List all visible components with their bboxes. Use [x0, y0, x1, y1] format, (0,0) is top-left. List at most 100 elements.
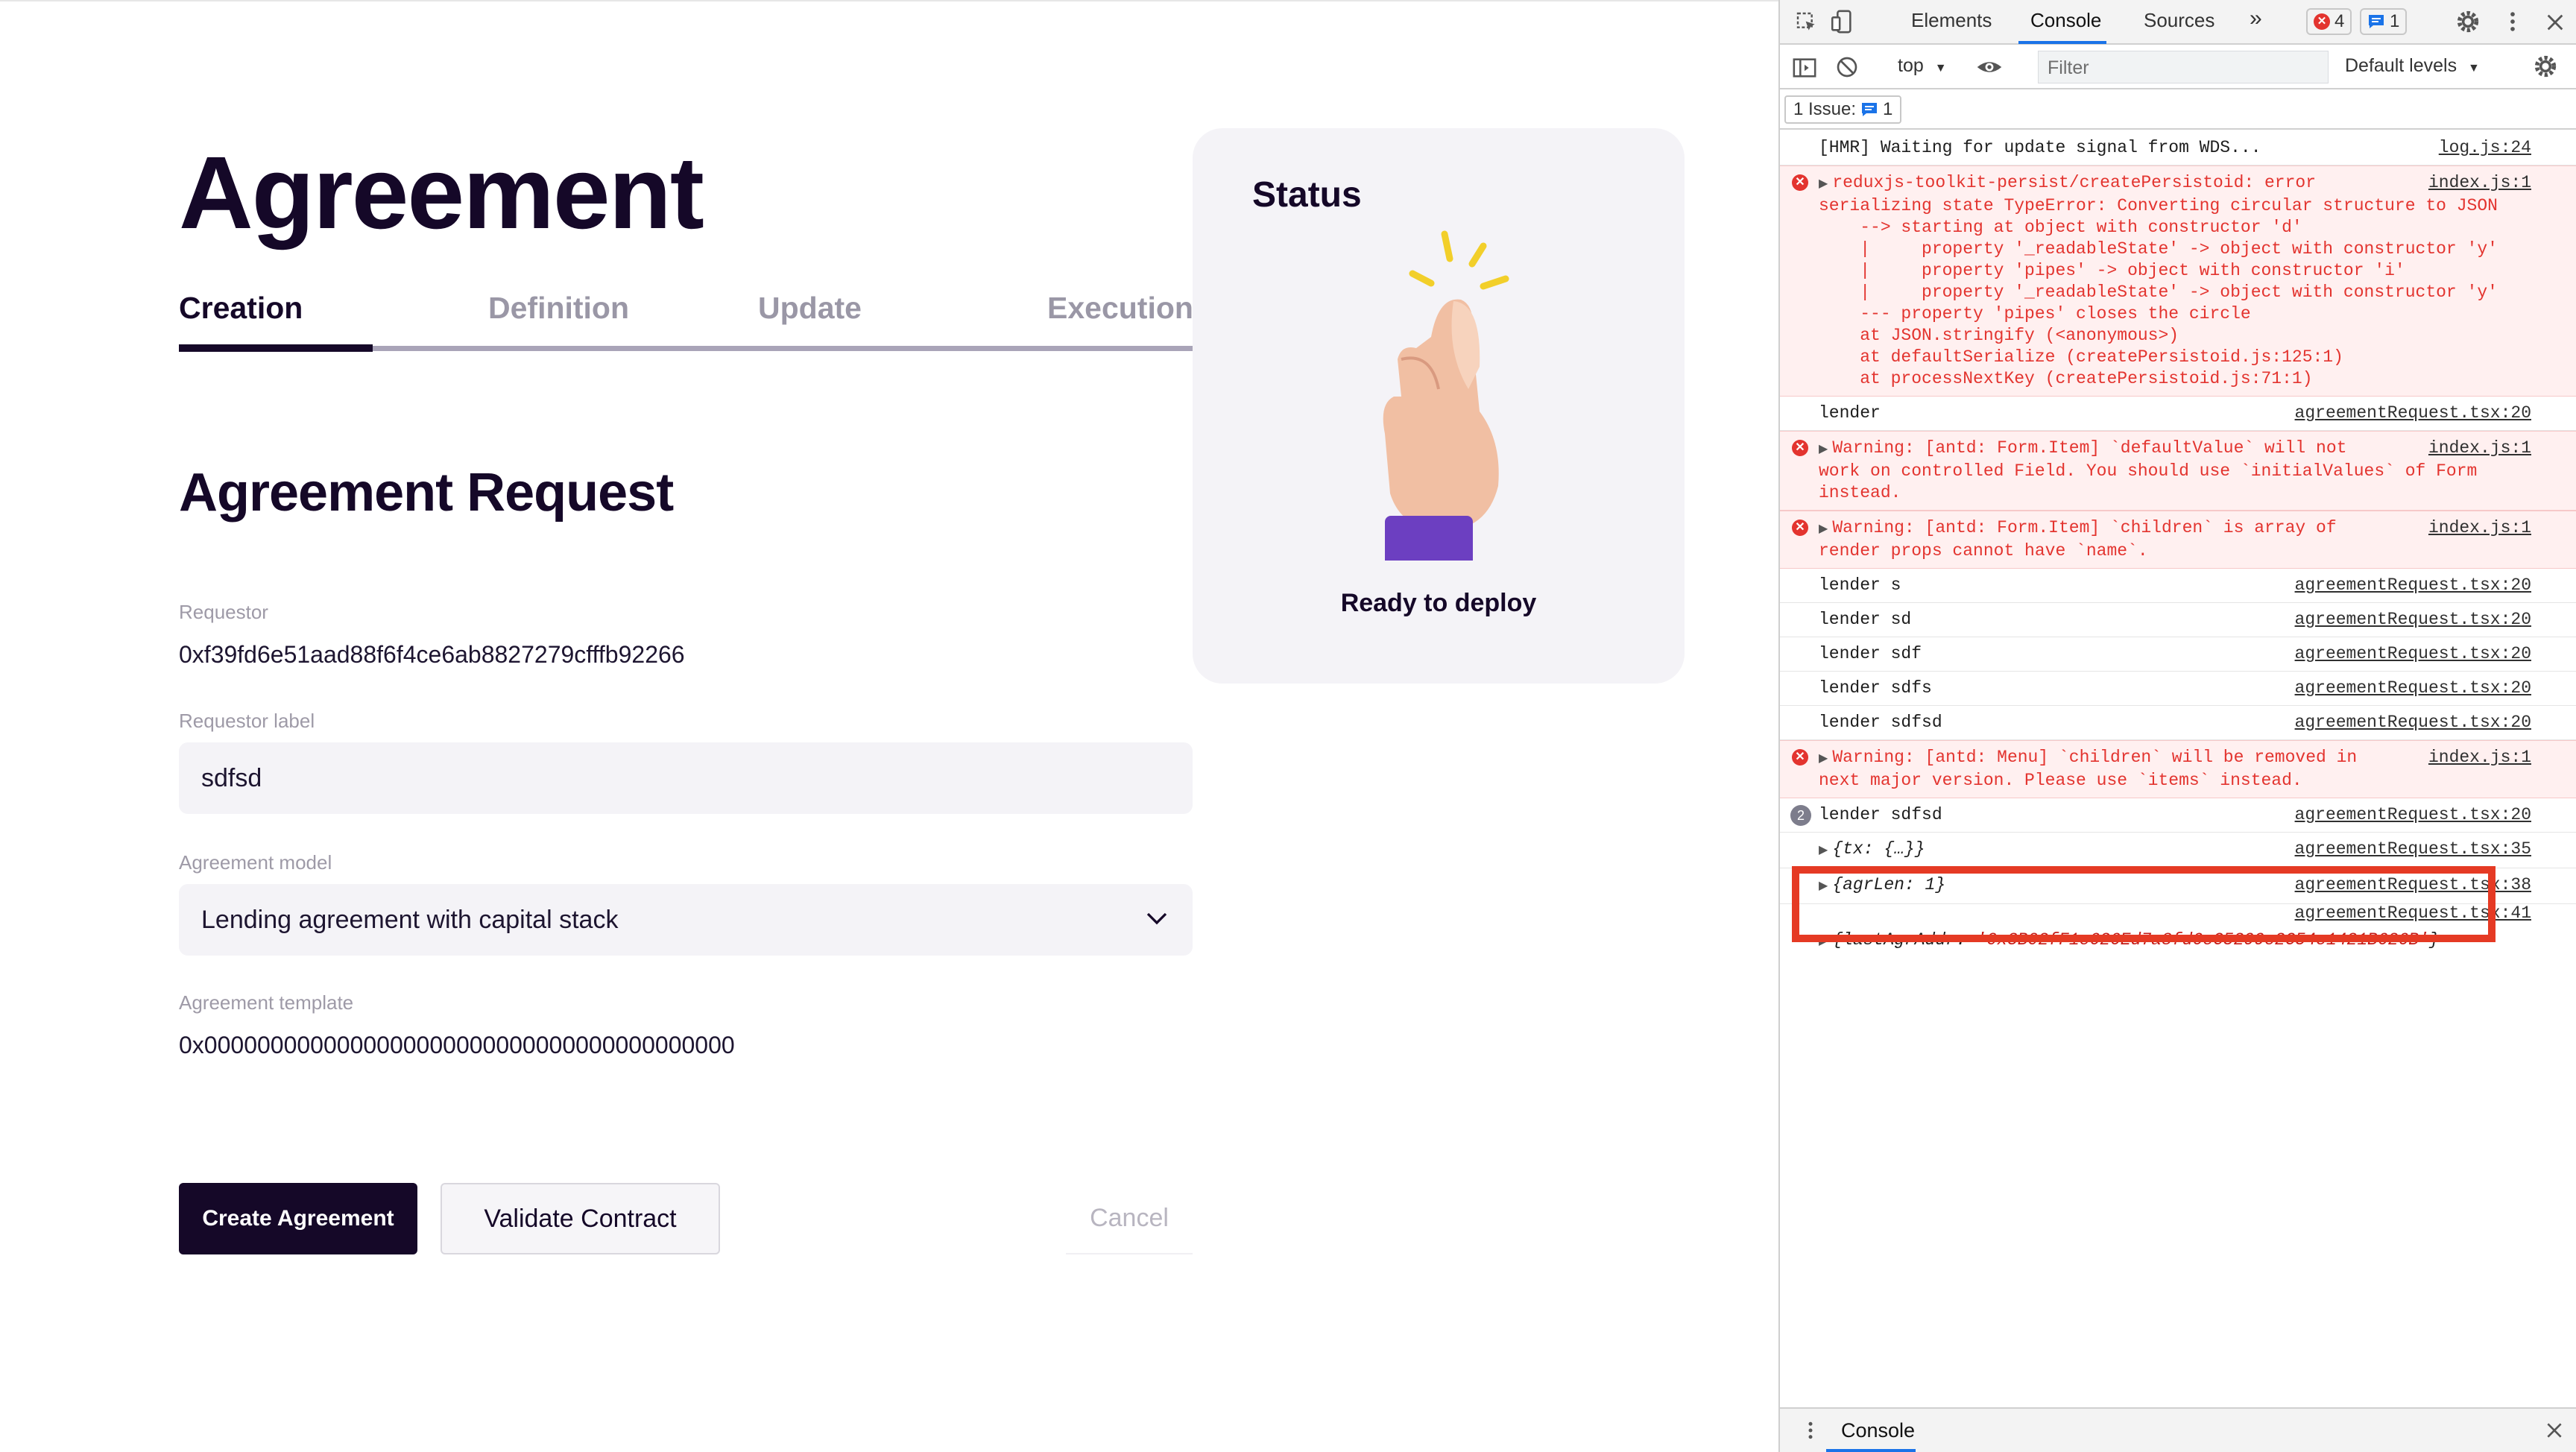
tab-update[interactable]: Update — [758, 291, 862, 326]
requestor-value: 0xf39fd6e51aad88f6f4ce6ab8827279cfffb922… — [179, 641, 685, 668]
expand-triangle-icon[interactable]: ▶ — [1819, 840, 1828, 862]
console-message-text: Warning: [antd: Form.Item] `children` is… — [1819, 518, 2337, 561]
context-value: top — [1898, 55, 1924, 76]
device-toolbar-icon[interactable] — [1829, 9, 1854, 34]
console-message-text: lender — [1819, 403, 1881, 423]
tab-creation[interactable]: Creation — [179, 291, 303, 326]
stepper-tabs: Creation Definition Update Execution — [179, 285, 1193, 352]
console-message-text: lender sd — [1819, 610, 1912, 629]
error-count: 4 — [2334, 11, 2345, 31]
message-icon — [2369, 15, 2384, 28]
status-text: Ready to deploy — [1340, 589, 1537, 617]
context-selector[interactable]: top ▼ — [1898, 55, 1947, 77]
eye-icon[interactable] — [1975, 55, 2004, 79]
requestor-label-input[interactable]: sdfsd — [179, 742, 1193, 814]
source-link[interactable]: agreementRequest.tsx:20 — [2295, 575, 2531, 596]
error-icon: ✕ — [1792, 749, 1808, 766]
console-message-text: {tx: {…}} — [1832, 839, 1925, 859]
console-filter-bar: top ▼ Filter Default levels ▼ — [1780, 45, 2576, 89]
error-icon: ✕ — [2314, 13, 2330, 30]
source-link[interactable]: agreementRequest.tsx:20 — [2295, 609, 2531, 631]
issues-count: 1 — [1883, 99, 1893, 119]
source-link[interactable]: index.js:1 — [2428, 517, 2531, 539]
requestor-label-input-value: sdfsd — [201, 764, 262, 792]
drawer-tab-console[interactable]: Console — [1841, 1419, 1915, 1442]
clear-console-icon[interactable] — [1835, 55, 1859, 79]
agreement-model-select[interactable]: Lending agreement with capital stack — [179, 884, 1193, 956]
issues-chip[interactable]: 1 Issue: 1 — [1784, 95, 1902, 124]
status-card: Status Ready to deploy — [1193, 128, 1685, 684]
source-link[interactable]: log.js:24 — [2439, 137, 2531, 159]
devtools-tab-sources[interactable]: Sources — [2144, 9, 2214, 32]
close-drawer-icon[interactable] — [2545, 1421, 2564, 1440]
issues-bar: 1 Issue: 1 — [1780, 89, 2576, 130]
source-link[interactable]: index.js:1 — [2428, 747, 2531, 768]
more-vertical-icon[interactable] — [2500, 9, 2525, 34]
close-devtools-icon[interactable] — [2545, 12, 2566, 33]
log-levels-value: Default levels — [2345, 55, 2457, 76]
console-message-text: lender s — [1819, 575, 1901, 595]
agreement-model-selected: Lending agreement with capital stack — [201, 906, 619, 934]
caret-down-icon: ▼ — [1934, 62, 1947, 75]
console-message-text: [HMR] Waiting for update signal from WDS… — [1819, 138, 2261, 157]
source-link[interactable]: agreementRequest.tsx:20 — [2295, 678, 2531, 699]
error-icon: ✕ — [1792, 174, 1808, 191]
create-agreement-button[interactable]: Create Agreement — [179, 1183, 417, 1254]
expand-triangle-icon[interactable]: ▶ — [1819, 439, 1828, 461]
source-link[interactable]: agreementRequest.tsx:20 — [2295, 712, 2531, 733]
error-icon: ✕ — [1792, 440, 1808, 456]
message-count-badge[interactable]: 1 — [2360, 8, 2408, 35]
tab-active-indicator — [179, 344, 373, 352]
cancel-button[interactable]: Cancel — [1066, 1183, 1193, 1254]
section-title: Agreement Request — [179, 463, 674, 523]
console-log-list: [HMR] Waiting for update signal from WDS… — [1780, 131, 2576, 965]
console-message: ▶ {tx: {…}} agreementRequest.tsx:35 — [1780, 833, 2576, 868]
console-message: lender agreementRequest.tsx:20 — [1780, 397, 2576, 431]
error-icon: ✕ — [1792, 520, 1808, 536]
status-title: Status — [1252, 175, 1362, 215]
expand-triangle-icon[interactable]: ▶ — [1819, 174, 1828, 195]
drawer-menu-icon[interactable] — [1799, 1419, 1822, 1442]
console-message: ✕ ▶ reduxjs-toolkit-persist/createPersisto… — [1780, 165, 2576, 397]
devtools-panel: Elements Console Sources » ✕ 4 1 top ▼ F… — [1778, 0, 2576, 1452]
agreement-model-label: Agreement model — [179, 851, 332, 874]
console-settings-gear-icon[interactable] — [2533, 54, 2558, 79]
crossed-fingers-hand-icon — [1383, 230, 1509, 561]
source-link[interactable]: agreementRequest.tsx:20 — [2295, 643, 2531, 665]
agreement-template-label: Agreement template — [179, 991, 354, 1014]
validate-contract-button[interactable]: Validate Contract — [441, 1183, 720, 1254]
log-levels-dropdown[interactable]: Default levels ▼ — [2345, 55, 2480, 77]
source-link[interactable]: agreementRequest.tsx:20 — [2295, 403, 2531, 424]
console-message: lender sd agreementRequest.tsx:20 — [1780, 603, 2576, 637]
app-pane: Agreement Creation Definition Update Exe… — [0, 0, 1778, 1452]
devtools-tab-elements[interactable]: Elements — [1911, 9, 1992, 32]
message-count: 1 — [2390, 11, 2400, 31]
devtools-tab-console[interactable]: Console — [2030, 9, 2101, 32]
source-link[interactable]: index.js:1 — [2428, 438, 2531, 459]
drawer-tab-underline — [1826, 1449, 1916, 1452]
console-message-text: lender sdfsd — [1819, 805, 1942, 824]
console-message-text: Warning: [antd: Form.Item] `defaultValue… — [1819, 438, 2478, 502]
devtools-tab-underline — [2018, 41, 2106, 44]
console-message: [HMR] Waiting for update signal from WDS… — [1780, 131, 2576, 165]
console-message: lender s agreementRequest.tsx:20 — [1780, 569, 2576, 603]
devtools-toolbar: Elements Console Sources » ✕ 4 1 — [1780, 0, 2576, 45]
tab-definition[interactable]: Definition — [488, 291, 629, 326]
console-message-text: lender sdfs — [1819, 678, 1932, 698]
console-message-text: Warning: [antd: Menu] `children` will be… — [1819, 748, 2358, 790]
highlight-annotation-box — [1792, 866, 2496, 942]
expand-triangle-icon[interactable]: ▶ — [1819, 748, 1828, 770]
expand-triangle-icon[interactable]: ▶ — [1819, 519, 1828, 540]
console-message: lender sdf agreementRequest.tsx:20 — [1780, 637, 2576, 672]
console-filter-input[interactable]: Filter — [2038, 51, 2329, 83]
source-link[interactable]: index.js:1 — [2428, 172, 2531, 194]
source-link[interactable]: agreementRequest.tsx:20 — [2295, 804, 2531, 826]
sidebar-toggle-icon[interactable] — [1792, 55, 1817, 81]
tab-execution[interactable]: Execution — [1047, 291, 1193, 326]
more-tabs-icon[interactable]: » — [2250, 6, 2262, 31]
gear-icon[interactable] — [2455, 9, 2481, 34]
console-message-body: ▶ reduxjs-toolkit-persist/createPersistoi… — [1819, 172, 2570, 390]
inspect-element-icon[interactable] — [1795, 10, 1819, 34]
error-count-badge[interactable]: ✕ 4 — [2306, 8, 2352, 35]
source-link[interactable]: agreementRequest.tsx:35 — [2295, 839, 2531, 860]
